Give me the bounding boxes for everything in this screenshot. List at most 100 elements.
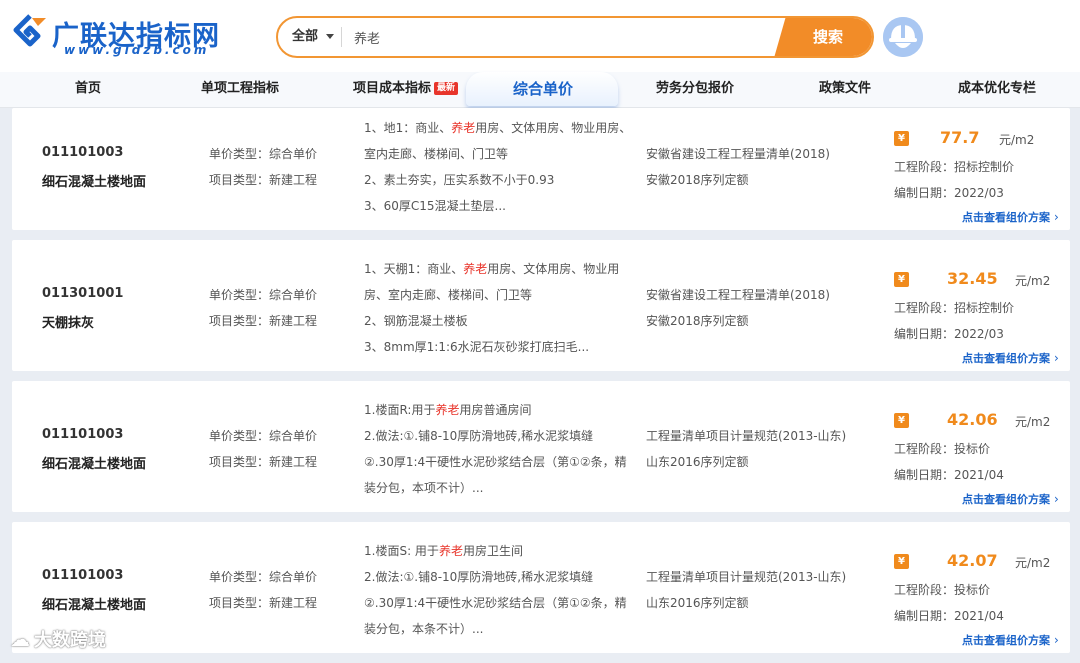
standard-name: 工程量清单项目计量规范(2013-山东) [646,570,847,584]
view-pricing-label: 点击查看组价方案 [962,211,1050,224]
view-pricing-link[interactable]: 点击查看组价方案 › [962,209,1059,225]
nav-home-label: 首页 [75,81,102,96]
nav-policy-label: 政策文件 [819,81,872,96]
project-stage: 工程阶段：投标价 [894,583,991,597]
price-unit: 元/m2 [1015,415,1051,429]
price-type: 单价类型：综合单价 [209,288,318,302]
unit-price-value: 42.06 [947,410,998,429]
result-card[interactable]: 011301001 天棚抹灰 单价类型：综合单价 项目类型：新建工程 1、天棚1… [12,240,1070,371]
user-helmet-icon [883,17,923,57]
chevron-right-icon: › [1054,492,1059,506]
item-code: 011101003 [42,427,124,442]
nav-single-project-label: 单项工程指标 [201,81,280,96]
watermark-icon: ☁ [10,627,30,651]
nav-cost-optimization[interactable]: 成本优化专栏 [958,72,1036,108]
project-type: 项目类型：新建工程 [209,173,318,187]
search-input[interactable] [354,18,764,56]
compile-date: 编制日期：2022/03 [894,186,1004,200]
standard-name: 安徽省建设工程工程量清单(2018) [646,288,830,302]
item-name: 天棚抹灰 [42,316,95,331]
search-scope-select[interactable]: 全部 [292,18,335,56]
search-bar: 全部 搜索 [276,16,874,58]
view-pricing-label: 点击查看组价方案 [962,493,1050,506]
feature-line: 3、60厚C15混凝土垫层... [364,199,506,213]
feature-line: 2.做法:①.铺8-10厚防滑地砖,稀水泥浆填缝 [364,570,594,584]
chevron-right-icon: › [1054,210,1059,224]
view-pricing-link[interactable]: 点击查看组价方案 › [962,632,1059,648]
nav-project-cost-label: 项目成本指标 [353,81,432,96]
keyword-highlight: 养老 [438,544,463,558]
item-code: 011301001 [42,286,124,301]
project-stage: 工程阶段：投标价 [894,442,991,456]
caret-down-icon [326,34,335,39]
feature-line: 2.做法:①.铺8-10厚防滑地砖,稀水泥浆填缝 [364,429,594,443]
chevron-right-icon: › [1054,633,1059,647]
price-type: 单价类型：综合单价 [209,429,318,443]
result-card[interactable]: 011101003 细石混凝土楼地面 单价类型：综合单价 项目类型：新建工程 1… [12,381,1070,512]
project-stage: 工程阶段：招标控制价 [894,301,1015,315]
nav-policy-docs[interactable]: 政策文件 [819,72,871,108]
feature-line: 装分包，本条不计）... [364,622,484,636]
project-type: 项目类型：新建工程 [209,596,318,610]
view-pricing-label: 点击查看组价方案 [962,634,1050,647]
search-divider [341,27,342,47]
unit-price-value: 32.45 [947,269,998,288]
view-pricing-label: 点击查看组价方案 [962,352,1050,365]
compile-date: 编制日期：2022/03 [894,327,1004,341]
feature-line: 1.楼面S: 用于养老用房卫生间 [364,544,523,558]
price-icon: ¥ [894,554,909,569]
feature-line: 2、钢筋混凝土楼板 [364,314,468,328]
price-type: 单价类型：综合单价 [209,147,318,161]
feature-line: 1、地1：商业、养老用房、文体用房、物业用房、 [364,121,632,135]
nav-labor-subcontract[interactable]: 劳务分包报价 [656,72,734,108]
quota-name: 山东2016序列定额 [646,455,749,469]
project-type: 项目类型：新建工程 [209,314,318,328]
unit-price-value: 42.07 [947,551,998,570]
result-card[interactable]: 011101003 细石混凝土楼地面 单价类型：综合单价 项目类型：新建工程 1… [12,522,1070,653]
feature-line: 3、8mm厚1:1:6水泥石灰砂浆打底扫毛... [364,340,590,354]
view-pricing-link[interactable]: 点击查看组价方案 › [962,350,1059,366]
quota-name: 安徽2018序列定额 [646,173,749,187]
unit-price-value: 77.7 [940,128,980,147]
standard-name: 安徽省建设工程工程量清单(2018) [646,147,830,161]
feature-line: 2、素土夯实，压实系数不小于0.93 [364,173,555,187]
site-logo[interactable]: 广联达指标网 www.gldzb.com [12,10,227,60]
view-pricing-link[interactable]: 点击查看组价方案 › [962,491,1059,507]
search-button[interactable]: 搜索 [774,18,872,56]
price-icon: ¥ [894,131,909,146]
keyword-highlight: 养老 [463,262,488,276]
standard-name: 工程量清单项目计量规范(2013-山东) [646,429,847,443]
project-type: 项目类型：新建工程 [209,455,318,469]
nav-project-cost-index[interactable]: 项目成本指标 最新 [353,72,459,108]
item-name: 细石混凝土楼地面 [42,598,147,613]
feature-line: ②.30厚1:4干硬性水泥砂浆结合层（第①②条，精 [364,455,627,469]
watermark-text: 大数跨境 [34,630,106,651]
logo-mark-icon [13,14,46,47]
feature-line: 1.楼面R:用于养老用房普通房间 [364,403,532,417]
feature-line: 房、室内走廊、楼梯间、门卫等 [364,288,533,302]
search-scope-label: 全部 [292,29,319,44]
header: 广联达指标网 www.gldzb.com 全部 搜索 [0,0,1080,72]
nav-unit-price[interactable]: 综合单价 [513,72,573,108]
result-card[interactable]: 011101003 细石混凝土楼地面 单价类型：综合单价 项目类型：新建工程 1… [12,108,1070,230]
compile-date: 编制日期：2021/04 [894,609,1004,623]
logo-url: www.gldzb.com [64,43,210,57]
feature-line: 1、天棚1：商业、养老用房、文体用房、物业用 [364,262,620,276]
nav-single-project-index[interactable]: 单项工程指标 [201,72,279,108]
price-type: 单价类型：综合单价 [209,570,318,584]
watermark: ☁ 大数跨境 [10,626,106,652]
item-code: 011101003 [42,568,124,583]
item-name: 细石混凝土楼地面 [42,175,147,190]
user-avatar[interactable] [883,17,923,57]
price-unit: 元/m2 [1015,556,1051,570]
keyword-highlight: 养老 [451,121,476,135]
price-unit: 元/m2 [999,133,1035,147]
item-name: 细石混凝土楼地面 [42,457,147,472]
price-icon: ¥ [894,272,909,287]
nav-home[interactable]: 首页 [75,72,101,108]
feature-line: 室内走廊、楼梯间、门卫等 [364,147,509,161]
keyword-highlight: 养老 [435,403,460,417]
feature-line: 装分包，本项不计）... [364,481,484,495]
price-unit: 元/m2 [1015,274,1051,288]
price-icon: ¥ [894,413,909,428]
